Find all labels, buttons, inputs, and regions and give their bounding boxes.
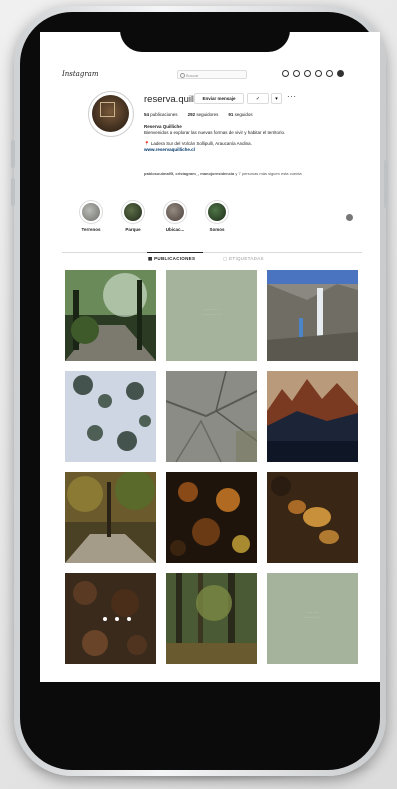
profile-bio: Reserva Quilliche Bienvenidos a explorar… bbox=[144, 124, 344, 153]
highlight-ubicacion[interactable]: Ubicac... bbox=[160, 200, 190, 232]
avatar[interactable] bbox=[88, 91, 134, 137]
power-button bbox=[384, 160, 388, 208]
send-message-button[interactable]: Enviar mensaje bbox=[194, 93, 244, 104]
highlight-cover bbox=[163, 200, 187, 224]
followers-label: seguidores bbox=[196, 112, 219, 117]
volume-up-button bbox=[11, 140, 15, 168]
explore-icon[interactable] bbox=[315, 70, 322, 77]
highlight-label: Somos bbox=[209, 227, 225, 232]
post-leaf-litter[interactable] bbox=[65, 573, 156, 664]
followers-count: 292 bbox=[187, 112, 196, 117]
person-check-icon: ✓ bbox=[255, 96, 261, 102]
post-autumn-leaves[interactable] bbox=[166, 472, 257, 563]
logo-mark-icon bbox=[100, 102, 115, 117]
posts-stat: 54 publicaciones bbox=[144, 112, 178, 117]
search-placeholder: Buscar bbox=[186, 73, 199, 78]
post-image bbox=[267, 270, 358, 361]
highlight-image bbox=[124, 203, 142, 221]
phone-bottom-bezel bbox=[32, 684, 364, 750]
post-image bbox=[166, 573, 257, 664]
highlight-somos[interactable]: Somos bbox=[202, 200, 232, 232]
post-mushrooms[interactable] bbox=[267, 472, 358, 563]
post-image bbox=[65, 270, 156, 361]
followed-by[interactable]: pablosoulma95, cristagram_, manojoreside… bbox=[144, 171, 354, 176]
highlight-label: Parque bbox=[125, 227, 141, 232]
phone-screen: Instagram Buscar reserva.quilliche Envia… bbox=[40, 32, 380, 682]
story-highlights: Terrenos Parque Ubicac... Somos bbox=[76, 200, 366, 240]
active-tab-indicator bbox=[147, 252, 203, 253]
highlight-parque[interactable]: Parque bbox=[118, 200, 148, 232]
following-count: 91 bbox=[228, 112, 234, 117]
tab-etiquetadas-label: ETIQUETADAS bbox=[229, 256, 264, 261]
tabs-divider bbox=[62, 252, 362, 253]
post-caption-text: · · · · · · · · · · · · · · · · bbox=[202, 308, 221, 317]
more-options-button[interactable]: ··· bbox=[287, 92, 297, 101]
highlight-cover bbox=[121, 200, 145, 224]
following-stat[interactable]: 91 seguidos bbox=[228, 112, 252, 117]
nav-icons bbox=[282, 70, 344, 80]
post-image bbox=[166, 472, 257, 563]
post-green-text-2[interactable]: · · · · · · · · · · · · · · bbox=[267, 573, 358, 664]
followers-stat[interactable]: 292 seguidores bbox=[188, 112, 219, 117]
post-image bbox=[267, 472, 358, 563]
posts-label: publicaciones bbox=[150, 112, 178, 117]
search-icon bbox=[180, 73, 185, 78]
chevron-down-icon: ▾ bbox=[275, 96, 278, 102]
profile-icon[interactable] bbox=[337, 70, 344, 77]
tab-etiquetadas[interactable]: ▢ ETIQUETADAS bbox=[223, 256, 264, 262]
highlight-cover bbox=[205, 200, 229, 224]
highlight-terrenos[interactable]: Terrenos bbox=[76, 200, 106, 232]
phone-notch bbox=[120, 12, 290, 52]
instagram-logo[interactable]: Instagram bbox=[62, 70, 99, 78]
post-caption-text: · · · · · · · · · · · · · · bbox=[304, 611, 321, 620]
post-forest-path[interactable] bbox=[65, 270, 156, 361]
following-label: seguidos bbox=[234, 112, 253, 117]
suggested-dropdown-button[interactable]: ▾ bbox=[271, 93, 282, 104]
post-green-text[interactable]: · · · · · · · · · · · · · · · · bbox=[166, 270, 257, 361]
gear-icon[interactable] bbox=[346, 214, 353, 221]
highlight-cover bbox=[79, 200, 103, 224]
messenger-icon[interactable] bbox=[293, 70, 300, 77]
post-forest-road[interactable] bbox=[65, 472, 156, 563]
bio-website-link[interactable]: www.reservaquilliche.cl bbox=[144, 147, 344, 153]
post-snow-aerial[interactable] bbox=[65, 371, 156, 462]
posts-count: 54 bbox=[144, 112, 150, 117]
followed-by-names: pablosoulma95, cristagram_, manojoreside… bbox=[144, 171, 235, 176]
tab-publicaciones-label: PUBLICACIONES bbox=[154, 256, 196, 261]
post-image bbox=[267, 371, 358, 462]
post-rock-texture[interactable] bbox=[166, 371, 257, 462]
profile-stats: 54 publicaciones 292 seguidores 91 segui… bbox=[144, 112, 253, 117]
highlight-label: Ubicac... bbox=[165, 227, 185, 232]
following-button[interactable]: ✓ bbox=[247, 93, 269, 104]
highlight-image bbox=[82, 203, 100, 221]
search-input[interactable]: Buscar bbox=[177, 70, 247, 79]
tab-publicaciones[interactable]: ▦ PUBLICACIONES bbox=[148, 256, 195, 262]
post-image bbox=[65, 573, 156, 664]
new-post-icon[interactable] bbox=[304, 70, 311, 77]
post-mountain-peaks[interactable] bbox=[267, 371, 358, 462]
home-icon[interactable] bbox=[282, 70, 289, 77]
highlight-image bbox=[166, 203, 184, 221]
post-image bbox=[65, 371, 156, 462]
post-forest-trees[interactable] bbox=[166, 573, 257, 664]
post-waterfall-hiker[interactable] bbox=[267, 270, 358, 361]
volume-down-button bbox=[11, 178, 15, 206]
highlight-image bbox=[208, 203, 226, 221]
top-navigation: Instagram Buscar bbox=[62, 70, 362, 84]
highlight-label: Terrenos bbox=[81, 227, 101, 232]
heart-icon[interactable] bbox=[326, 70, 333, 77]
post-image bbox=[65, 472, 156, 563]
post-image bbox=[166, 371, 257, 462]
followed-by-rest: y 7 personas más siguen esta cuenta bbox=[235, 171, 302, 176]
